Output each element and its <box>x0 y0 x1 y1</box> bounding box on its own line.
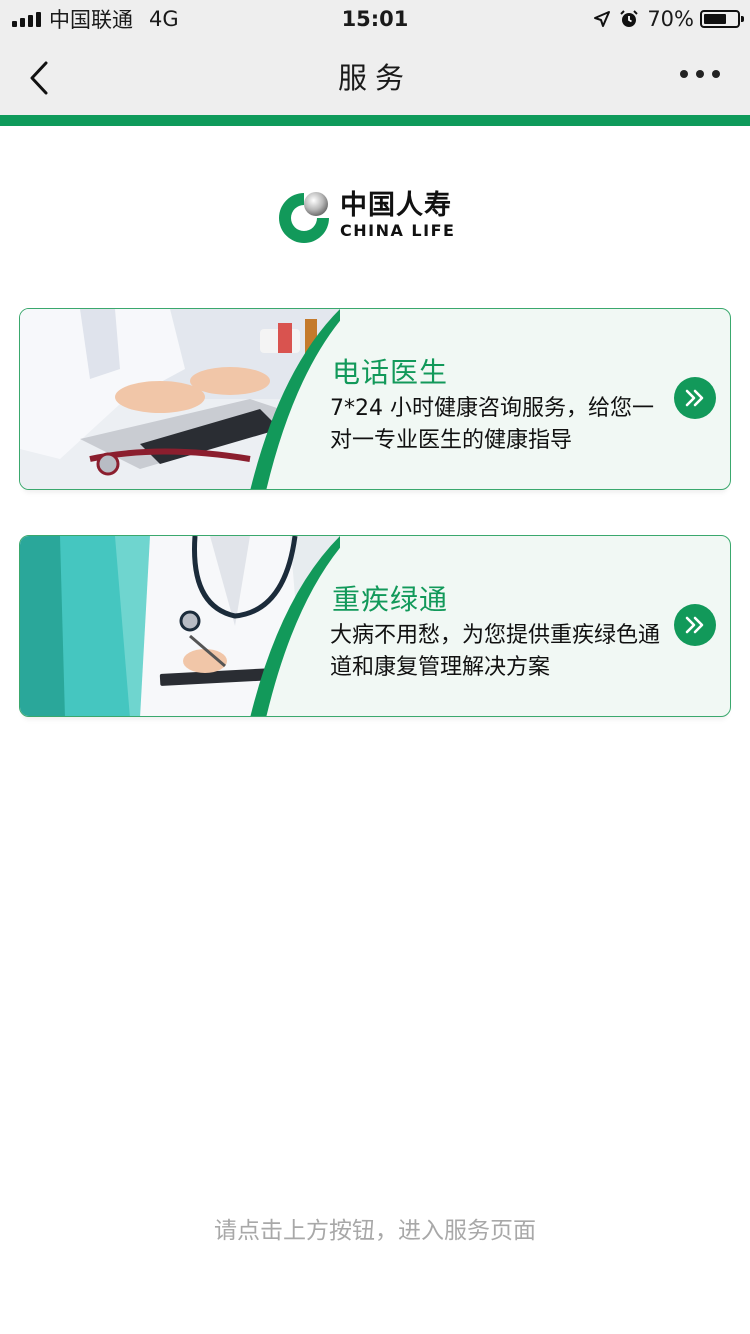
china-life-logo: 中国人寿 CHINA LIFE <box>276 190 476 246</box>
footer-hint: 请点击上方按钮，进入服务页面 <box>214 1218 536 1244</box>
nav-bar: 服务 <box>0 40 750 115</box>
more-dots-icon <box>680 70 688 78</box>
page-title: 服务 <box>337 61 412 95</box>
status-right: 70% <box>593 6 744 32</box>
service-description: 大病不用愁，为您提供重疾绿色通道和康复管理解决方案 <box>330 623 661 680</box>
service-title: 电话医生 <box>332 356 449 389</box>
header-accent-bar <box>0 115 750 126</box>
battery-fill <box>704 14 726 24</box>
service-enter-button[interactable] <box>674 604 716 646</box>
battery-percent: 70% <box>647 7 694 31</box>
service-card-critical-illness[interactable]: 重疾绿通 大病不用愁，为您提供重疾绿色通道和康复管理解决方案 <box>19 535 731 717</box>
brand-name-cn: 中国人寿 <box>340 190 452 221</box>
location-arrow-icon <box>594 11 611 27</box>
service-description: 7*24 小时健康咨询服务，给您一对一专业医生的健康指导 <box>330 396 654 453</box>
battery-icon <box>700 10 744 28</box>
brand-name-en: CHINA LIFE <box>340 221 456 240</box>
doctor-typing-laptop-image <box>20 309 340 489</box>
alarm-clock-icon <box>620 10 639 27</box>
service-card-phone-doctor[interactable]: 电话医生 7*24 小时健康咨询服务，给您一对一专业医生的健康指导 <box>19 308 731 490</box>
status-bar: 中国联通 4G 15:01 70% <box>0 0 750 40</box>
china-life-logo-icon <box>279 192 329 243</box>
double-chevron-right-icon <box>685 616 704 634</box>
double-chevron-right-icon <box>685 389 704 407</box>
service-title: 重疾绿通 <box>332 583 449 616</box>
service-enter-button[interactable] <box>674 377 716 419</box>
more-button[interactable] <box>680 70 720 78</box>
medical-staff-clipboard-image <box>20 536 340 716</box>
